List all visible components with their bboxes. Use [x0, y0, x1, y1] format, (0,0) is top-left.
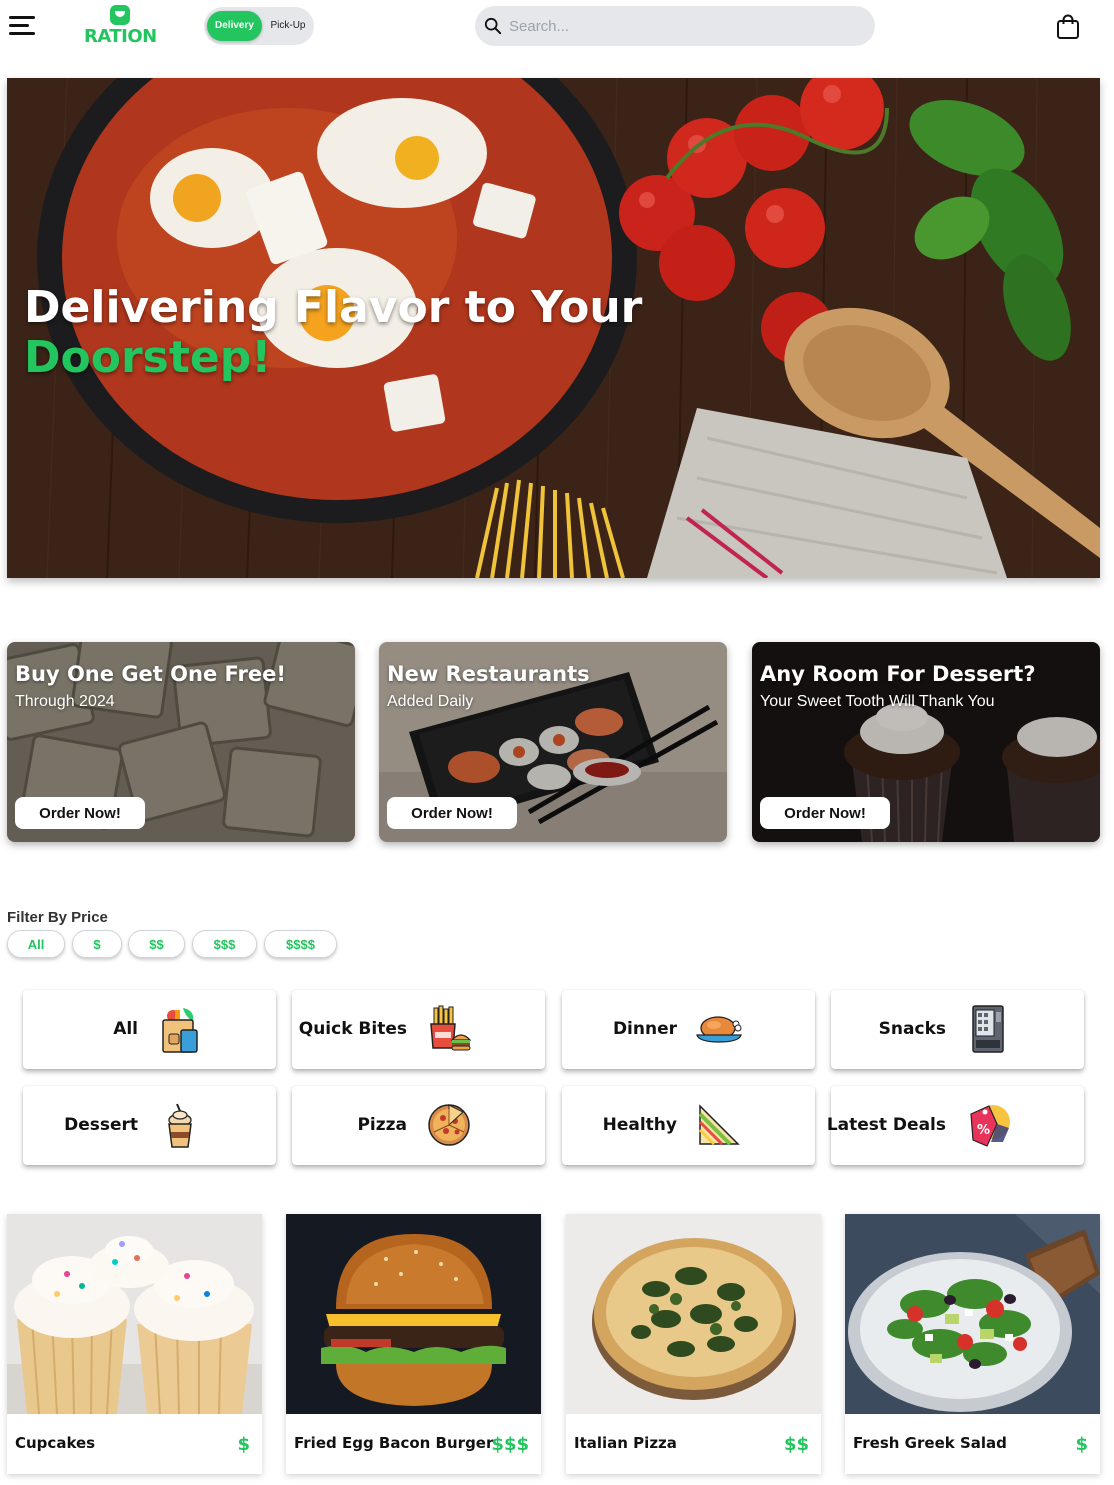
food-price: $$ — [783, 1434, 809, 1455]
food-name: Cupcakes — [15, 1434, 96, 1452]
shopping-bag-icon[interactable] — [1056, 14, 1080, 40]
category-snacks[interactable]: Snacks — [831, 990, 1084, 1069]
hero-banner: Delivering Flavor to Your Doorstep! — [7, 78, 1100, 578]
filter-by-price-label: Filter By Price — [7, 909, 108, 926]
logo-bowl-icon — [110, 5, 130, 25]
food-card-pizza[interactable]: Italian Pizza $$ — [566, 1214, 821, 1474]
category-all[interactable]: All — [23, 990, 276, 1069]
delivery-toggle-option[interactable]: Delivery — [207, 11, 262, 41]
category-healthy[interactable]: Healthy — [562, 1086, 815, 1165]
food-card-cupcakes[interactable]: Cupcakes $ — [7, 1214, 262, 1474]
price-filter-2[interactable]: $$ — [128, 930, 185, 958]
food-price: $ — [1075, 1434, 1088, 1455]
hero-heading-accent: Doorstep! — [24, 332, 272, 383]
promo-title: Any Room For Dessert? — [760, 662, 1036, 686]
category-dessert[interactable]: Dessert — [23, 1086, 276, 1165]
cupcakes-photo — [7, 1214, 262, 1414]
promo-card-new-restaurants[interactable]: New Restaurants Added Daily Order Now! — [379, 642, 727, 842]
logo[interactable]: RATION — [84, 5, 157, 49]
category-label: All — [113, 1019, 138, 1039]
pizza-photo — [566, 1214, 821, 1414]
order-now-button[interactable]: Order Now! — [387, 797, 517, 829]
food-name: Fresh Greek Salad — [853, 1434, 1007, 1452]
vending-machine-icon — [972, 1005, 1004, 1053]
pickup-toggle-option[interactable]: Pick-Up — [264, 11, 312, 41]
search-bar — [475, 6, 875, 46]
category-label: Quick Bites — [298, 1019, 407, 1039]
category-label: Pizza — [357, 1115, 407, 1135]
food-card-burger[interactable]: Fried Egg Bacon Burger $$$ — [286, 1214, 541, 1474]
promo-title: New Restaurants — [387, 662, 590, 686]
food-name: Italian Pizza — [574, 1434, 677, 1452]
menu-icon[interactable] — [9, 16, 35, 36]
price-filter-4[interactable]: $$$$ — [264, 930, 337, 958]
promo-subtitle: Through 2024 — [15, 693, 115, 710]
discount-tag-icon: % — [970, 1105, 1010, 1147]
burger-photo — [286, 1214, 541, 1414]
price-filter-all[interactable]: All — [7, 930, 65, 958]
search-input[interactable] — [509, 12, 859, 40]
svg-text:%: % — [977, 1123, 990, 1138]
order-now-button[interactable]: Order Now! — [760, 797, 890, 829]
price-filter-3[interactable]: $$$ — [192, 930, 257, 958]
hero-heading: Delivering Flavor to Your Doorstep! — [24, 283, 642, 383]
category-label: Dessert — [64, 1115, 138, 1135]
promo-subtitle: Your Sweet Tooth Will Thank You — [760, 693, 995, 710]
promo-card-dessert[interactable]: Any Room For Dessert? Your Sweet Tooth W… — [752, 642, 1100, 842]
category-quick-bites[interactable]: Quick Bites — [292, 990, 545, 1069]
food-price: $ — [237, 1434, 250, 1455]
search-icon — [484, 17, 502, 35]
logo-text: RATION — [84, 26, 157, 47]
food-name: Fried Egg Bacon Burger — [294, 1434, 494, 1452]
fries-burger-icon — [430, 1005, 472, 1051]
top-navbar: RATION Delivery Pick-Up — [0, 0, 1114, 54]
roast-chicken-icon — [696, 1016, 742, 1043]
category-latest-deals[interactable]: Latest Deals % — [827, 1086, 1084, 1165]
price-filter-1[interactable]: $ — [72, 930, 122, 958]
food-price: $$$ — [491, 1434, 529, 1455]
delivery-pickup-toggle: Delivery Pick-Up — [204, 7, 314, 45]
pizza-icon — [428, 1104, 470, 1146]
promo-subtitle: Added Daily — [387, 693, 474, 710]
ice-cream-cup-icon — [168, 1103, 192, 1148]
category-pizza[interactable]: Pizza — [292, 1086, 545, 1165]
category-dinner[interactable]: Dinner — [562, 990, 815, 1069]
category-label: Snacks — [878, 1019, 946, 1039]
category-label: Latest Deals — [826, 1115, 946, 1135]
grocery-bag-icon — [162, 1008, 198, 1053]
category-label: Dinner — [612, 1019, 677, 1039]
promo-title: Buy One Get One Free! — [15, 662, 286, 686]
greek-salad-photo — [845, 1214, 1100, 1414]
category-label: Healthy — [602, 1115, 677, 1135]
sandwich-icon — [698, 1104, 740, 1146]
order-now-button[interactable]: Order Now! — [15, 797, 145, 829]
promo-card-bogo[interactable]: Buy One Get One Free! Through 2024 Order… — [7, 642, 355, 842]
hero-heading-line1: Delivering Flavor to Your — [24, 282, 643, 333]
food-card-salad[interactable]: Fresh Greek Salad $ — [845, 1214, 1100, 1474]
